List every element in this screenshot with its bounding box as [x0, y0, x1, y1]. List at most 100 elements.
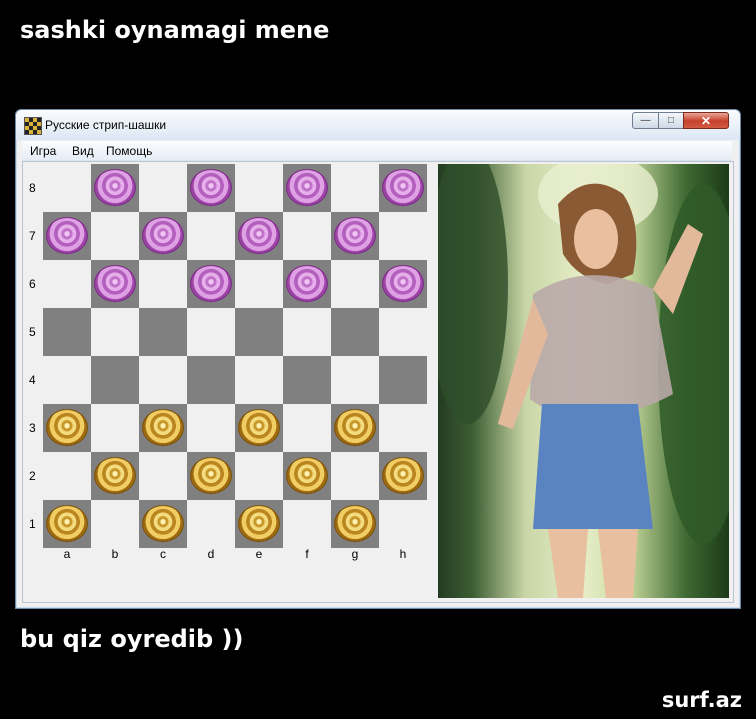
gold-checker-piece[interactable]: [190, 457, 232, 494]
board-square-a1[interactable]: [43, 500, 91, 548]
gold-checker-piece[interactable]: [142, 409, 184, 446]
board-square-c7[interactable]: [139, 212, 187, 260]
gold-checker-piece[interactable]: [46, 505, 88, 542]
pink-checker-piece[interactable]: [94, 265, 136, 302]
board-square-f1[interactable]: [283, 500, 331, 548]
board-square-b6[interactable]: [91, 260, 139, 308]
board-square-c8[interactable]: [139, 164, 187, 212]
pink-checker-piece[interactable]: [190, 265, 232, 302]
board-square-b3[interactable]: [91, 404, 139, 452]
board-square-f3[interactable]: [283, 404, 331, 452]
board-square-b8[interactable]: [91, 164, 139, 212]
board-square-b7[interactable]: [91, 212, 139, 260]
board-square-b1[interactable]: [91, 500, 139, 548]
board-square-c2[interactable]: [139, 452, 187, 500]
board-square-a2[interactable]: [43, 452, 91, 500]
board-square-c3[interactable]: [139, 404, 187, 452]
board-square-a3[interactable]: [43, 404, 91, 452]
pink-checker-piece[interactable]: [94, 169, 136, 206]
board-square-h3[interactable]: [379, 404, 427, 452]
board-square-d2[interactable]: [187, 452, 235, 500]
board-square-h2[interactable]: [379, 452, 427, 500]
board-square-d4[interactable]: [187, 356, 235, 404]
board-square-h8[interactable]: [379, 164, 427, 212]
close-button[interactable]: ✕: [683, 112, 729, 129]
board-square-g8[interactable]: [331, 164, 379, 212]
board-square-g1[interactable]: [331, 500, 379, 548]
gold-checker-piece[interactable]: [286, 457, 328, 494]
menu-game[interactable]: Игра: [30, 144, 56, 158]
pink-checker-piece[interactable]: [286, 169, 328, 206]
gold-checker-piece[interactable]: [238, 505, 280, 542]
gold-checker-piece[interactable]: [238, 409, 280, 446]
minimize-button[interactable]: —: [632, 112, 659, 129]
pink-checker-piece[interactable]: [142, 217, 184, 254]
gold-checker-piece[interactable]: [94, 457, 136, 494]
board-square-e8[interactable]: [235, 164, 283, 212]
board-square-f6[interactable]: [283, 260, 331, 308]
board-square-e3[interactable]: [235, 404, 283, 452]
board-square-d8[interactable]: [187, 164, 235, 212]
site-watermark: surf.az: [661, 688, 742, 712]
pink-checker-piece[interactable]: [286, 265, 328, 302]
board-square-f7[interactable]: [283, 212, 331, 260]
board-square-f8[interactable]: [283, 164, 331, 212]
board-square-h7[interactable]: [379, 212, 427, 260]
gold-checker-piece[interactable]: [334, 409, 376, 446]
board-square-e4[interactable]: [235, 356, 283, 404]
board-square-h4[interactable]: [379, 356, 427, 404]
board-square-d3[interactable]: [187, 404, 235, 452]
board-square-d6[interactable]: [187, 260, 235, 308]
pink-checker-piece[interactable]: [238, 217, 280, 254]
board-square-c6[interactable]: [139, 260, 187, 308]
pink-checker-piece[interactable]: [190, 169, 232, 206]
board-square-a6[interactable]: [43, 260, 91, 308]
board-square-f5[interactable]: [283, 308, 331, 356]
checkers-board[interactable]: [43, 164, 427, 548]
board-square-a5[interactable]: [43, 308, 91, 356]
gold-checker-piece[interactable]: [46, 409, 88, 446]
board-square-d5[interactable]: [187, 308, 235, 356]
board-square-f4[interactable]: [283, 356, 331, 404]
board-square-c1[interactable]: [139, 500, 187, 548]
gold-checker-piece[interactable]: [382, 457, 424, 494]
gold-checker-piece[interactable]: [334, 505, 376, 542]
board-square-g5[interactable]: [331, 308, 379, 356]
board-square-a8[interactable]: [43, 164, 91, 212]
pink-checker-piece[interactable]: [46, 217, 88, 254]
board-square-e7[interactable]: [235, 212, 283, 260]
board-square-e1[interactable]: [235, 500, 283, 548]
board-square-e5[interactable]: [235, 308, 283, 356]
board-square-b5[interactable]: [91, 308, 139, 356]
maximize-button[interactable]: □: [658, 112, 684, 129]
board-square-g6[interactable]: [331, 260, 379, 308]
pink-checker-piece[interactable]: [382, 169, 424, 206]
row-label: 2: [29, 469, 36, 483]
board-square-d1[interactable]: [187, 500, 235, 548]
title-bar[interactable]: Русские стрип-шашки — □ ✕: [16, 110, 740, 140]
board-square-c5[interactable]: [139, 308, 187, 356]
board-square-g3[interactable]: [331, 404, 379, 452]
pink-checker-piece[interactable]: [382, 265, 424, 302]
board-square-g2[interactable]: [331, 452, 379, 500]
column-label: d: [207, 547, 215, 561]
board-square-c4[interactable]: [139, 356, 187, 404]
board-square-g7[interactable]: [331, 212, 379, 260]
board-square-b4[interactable]: [91, 356, 139, 404]
board-square-h5[interactable]: [379, 308, 427, 356]
board-square-a4[interactable]: [43, 356, 91, 404]
board-square-g4[interactable]: [331, 356, 379, 404]
pink-checker-piece[interactable]: [334, 217, 376, 254]
board-square-e2[interactable]: [235, 452, 283, 500]
board-square-h6[interactable]: [379, 260, 427, 308]
board-square-a7[interactable]: [43, 212, 91, 260]
game-window: Русские стрип-шашки — □ ✕ Игра Вид Помощ…: [15, 109, 741, 609]
board-square-d7[interactable]: [187, 212, 235, 260]
board-square-b2[interactable]: [91, 452, 139, 500]
board-square-f2[interactable]: [283, 452, 331, 500]
board-square-h1[interactable]: [379, 500, 427, 548]
gold-checker-piece[interactable]: [142, 505, 184, 542]
menu-view[interactable]: Вид: [72, 144, 94, 158]
menu-help[interactable]: Помощь: [106, 144, 152, 158]
board-square-e6[interactable]: [235, 260, 283, 308]
